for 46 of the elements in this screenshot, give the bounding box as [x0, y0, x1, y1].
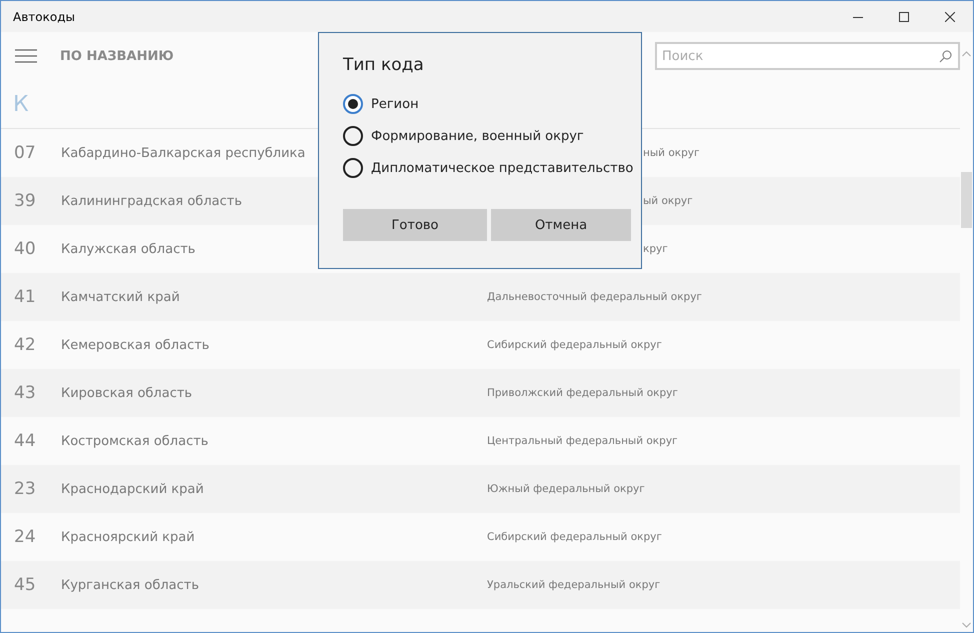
federal-district: Дальневосточный федеральный округ — [487, 291, 702, 303]
region-name: Курганская область — [61, 578, 200, 592]
region-code: 43 — [13, 383, 37, 403]
region-code: 45 — [13, 575, 37, 595]
region-code: 24 — [13, 527, 37, 547]
group-letter: К — [13, 92, 29, 116]
federal-district: Сибирский федеральный округ — [487, 339, 662, 351]
region-code: 44 — [13, 431, 37, 451]
radio-option[interactable]: Формирование, военный округ — [343, 120, 641, 152]
menu-icon[interactable] — [15, 49, 37, 63]
region-code: 39 — [13, 191, 37, 211]
region-name: Камчатский край — [61, 290, 181, 304]
scrollbar-thumb[interactable] — [961, 172, 972, 228]
radio-option[interactable]: Дипломатическое представительство — [343, 152, 641, 184]
scroll-up-icon[interactable] — [962, 51, 971, 57]
maximize-icon — [899, 12, 909, 22]
dialog-title: Тип кода — [343, 55, 425, 75]
federal-district: круг — [643, 243, 668, 255]
region-code: 42 — [13, 335, 37, 355]
region-code: 23 — [13, 479, 37, 499]
federal-district: Центральный федеральный округ — [487, 435, 678, 447]
federal-district: Сибирский федеральный округ — [487, 531, 662, 543]
scroll-down-icon[interactable] — [962, 622, 971, 628]
region-name: Кировская область — [61, 386, 194, 400]
federal-district: ный округ — [643, 147, 700, 159]
dialog-button[interactable]: Отмена — [491, 209, 631, 241]
search-icon[interactable] — [939, 50, 952, 63]
close-icon — [945, 12, 955, 22]
radio-option[interactable]: Регион — [343, 88, 641, 120]
dialog-button[interactable]: Готово — [343, 209, 487, 241]
federal-district: ый округ — [643, 195, 693, 207]
region-name: Костромская область — [61, 434, 210, 448]
region-name: Калининградская область — [61, 194, 243, 208]
federal-district: Приволжский федеральный округ — [487, 387, 678, 399]
federal-district: Южный федеральный округ — [487, 483, 645, 495]
region-code: 41 — [13, 287, 37, 307]
region-name: Краснодарский край — [61, 482, 205, 496]
region-name: Кабардино-Балкарская республика — [61, 146, 306, 160]
window-title: Автокоды — [13, 10, 76, 24]
region-code: 40 — [13, 239, 37, 259]
region-code: 07 — [13, 143, 37, 163]
federal-district: Уральский федеральный округ — [487, 579, 660, 591]
search-field[interactable]: Поиск — [655, 42, 960, 70]
region-name: Калужская область — [61, 242, 196, 256]
region-name: Красноярский край — [61, 530, 196, 544]
region-name: Кемеровская область — [61, 338, 210, 352]
